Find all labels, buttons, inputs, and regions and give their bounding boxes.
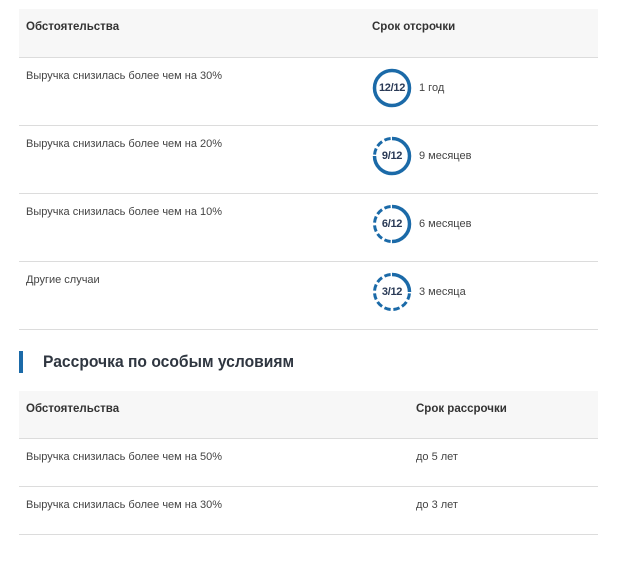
table-row: Другие случаи 3/12 3 месяца [19, 262, 598, 330]
table-row: Выручка снизилась более чем на 50% до 5 … [19, 439, 598, 487]
heading-accent-bar [19, 351, 23, 373]
table-row: Выручка снизилась более чем на 10% 6/12 … [19, 194, 598, 262]
installment-section-heading: Рассрочка по особым условиям [19, 351, 316, 373]
dial-label: 6/12 [381, 218, 403, 230]
period-text: до 5 лет [416, 451, 458, 463]
period-text: 3 месяца [419, 286, 466, 298]
installment-table-header: Обстоятельства Срок рассрочки [19, 391, 598, 439]
period-text: до 3 лет [416, 499, 458, 511]
condition-text: Другие случаи [26, 274, 100, 286]
installment-table: Обстоятельства Срок рассрочки Выручка сн… [19, 391, 598, 535]
dial-label: 9/12 [381, 150, 403, 162]
period-text: 6 месяцев [419, 218, 472, 230]
header-deferral-period: Срок отсрочки [372, 21, 456, 33]
header-installment-period: Срок рассрочки [416, 403, 507, 415]
table-row: Выручка снизилась более чем на 20% 9/12 … [19, 126, 598, 194]
condition-text: Выручка снизилась более чем на 10% [26, 206, 223, 218]
header-conditions: Обстоятельства [26, 21, 120, 33]
dial-label: 3/12 [381, 286, 403, 298]
deferral-table-header: Обстоятельства Срок отсрочки [19, 9, 598, 58]
condition-text: Выручка снизилась более чем на 50% [26, 451, 223, 463]
condition-text: Выручка снизилась более чем на 30% [26, 499, 223, 511]
period-text: 1 год [419, 82, 445, 94]
period-dial-icon: 6/12 [371, 203, 413, 245]
period-dial-icon: 9/12 [371, 135, 413, 177]
condition-text: Выручка снизилась более чем на 30% [26, 70, 223, 82]
table-row: Выручка снизилась более чем на 30% до 3 … [19, 487, 598, 535]
dial-label: 12/12 [378, 82, 406, 94]
table-row: Выручка снизилась более чем на 30% 12/12… [19, 58, 598, 126]
header-conditions: Обстоятельства [26, 403, 120, 415]
period-dial-icon: 12/12 [371, 67, 413, 109]
condition-text: Выручка снизилась более чем на 20% [26, 138, 223, 150]
deferral-table: Обстоятельства Срок отсрочки Выручка сни… [19, 9, 598, 330]
period-text: 9 месяцев [419, 150, 472, 162]
period-dial-icon: 3/12 [371, 271, 413, 313]
section-title: Рассрочка по особым условиям [43, 352, 295, 371]
